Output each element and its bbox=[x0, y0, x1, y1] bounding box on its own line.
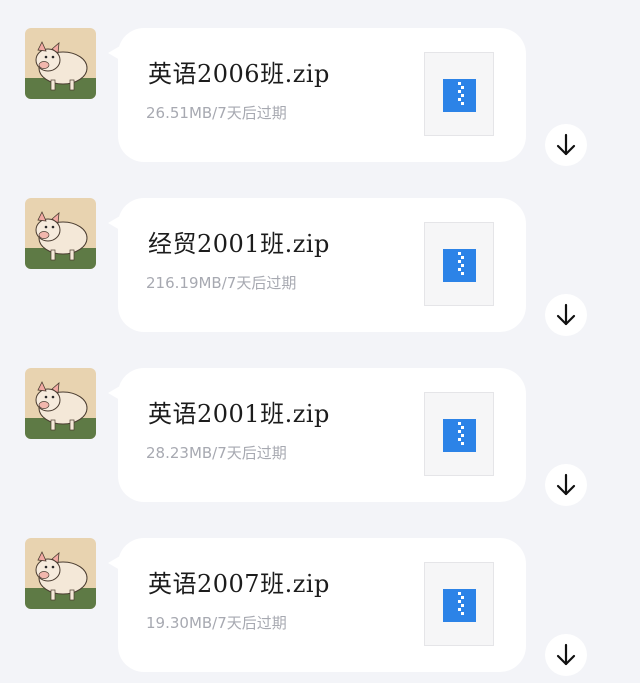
download-arrow-icon bbox=[556, 643, 576, 666]
file-message-bubble[interactable]: 经贸2001班.zip 216.19MB/7天后过期 bbox=[118, 198, 526, 332]
file-name: 英语2001班.zip bbox=[148, 400, 330, 428]
file-thumbnail[interactable] bbox=[424, 392, 494, 476]
file-name: 英语2006班.zip bbox=[148, 60, 330, 88]
zip-archive-icon bbox=[443, 79, 476, 112]
avatar[interactable] bbox=[25, 28, 96, 99]
file-name: 英语2007班.zip bbox=[148, 570, 330, 598]
file-thumbnail[interactable] bbox=[424, 562, 494, 646]
file-size-expiry: 26.51MB/7天后过期 bbox=[146, 104, 287, 122]
download-button[interactable] bbox=[545, 294, 587, 336]
chat-message-list: 英语2006班.zip 26.51MB/7天后过期 经贸2001班.zip 21… bbox=[0, 0, 640, 683]
message-row: 英语2001班.zip 28.23MB/7天后过期 bbox=[0, 368, 640, 518]
file-size-expiry: 216.19MB/7天后过期 bbox=[146, 274, 297, 292]
download-arrow-icon bbox=[556, 133, 576, 156]
download-arrow-icon bbox=[556, 473, 576, 496]
zip-archive-icon bbox=[443, 419, 476, 452]
download-button[interactable] bbox=[545, 124, 587, 166]
avatar[interactable] bbox=[25, 538, 96, 609]
message-row: 英语2007班.zip 19.30MB/7天后过期 bbox=[0, 538, 640, 683]
message-row: 经贸2001班.zip 216.19MB/7天后过期 bbox=[0, 198, 640, 348]
zip-archive-icon bbox=[443, 589, 476, 622]
file-thumbnail[interactable] bbox=[424, 222, 494, 306]
file-size-expiry: 19.30MB/7天后过期 bbox=[146, 614, 287, 632]
file-message-bubble[interactable]: 英语2007班.zip 19.30MB/7天后过期 bbox=[118, 538, 526, 672]
download-button[interactable] bbox=[545, 634, 587, 676]
file-message-bubble[interactable]: 英语2006班.zip 26.51MB/7天后过期 bbox=[118, 28, 526, 162]
avatar[interactable] bbox=[25, 198, 96, 269]
message-row: 英语2006班.zip 26.51MB/7天后过期 bbox=[0, 28, 640, 178]
pig-avatar-image bbox=[25, 198, 96, 269]
download-button[interactable] bbox=[545, 464, 587, 506]
pig-avatar-image bbox=[25, 538, 96, 609]
zip-archive-icon bbox=[443, 249, 476, 282]
pig-avatar-image bbox=[25, 28, 96, 99]
pig-avatar-image bbox=[25, 368, 96, 439]
file-size-expiry: 28.23MB/7天后过期 bbox=[146, 444, 287, 462]
avatar[interactable] bbox=[25, 368, 96, 439]
download-arrow-icon bbox=[556, 303, 576, 326]
file-message-bubble[interactable]: 英语2001班.zip 28.23MB/7天后过期 bbox=[118, 368, 526, 502]
file-name: 经贸2001班.zip bbox=[148, 230, 330, 258]
file-thumbnail[interactable] bbox=[424, 52, 494, 136]
